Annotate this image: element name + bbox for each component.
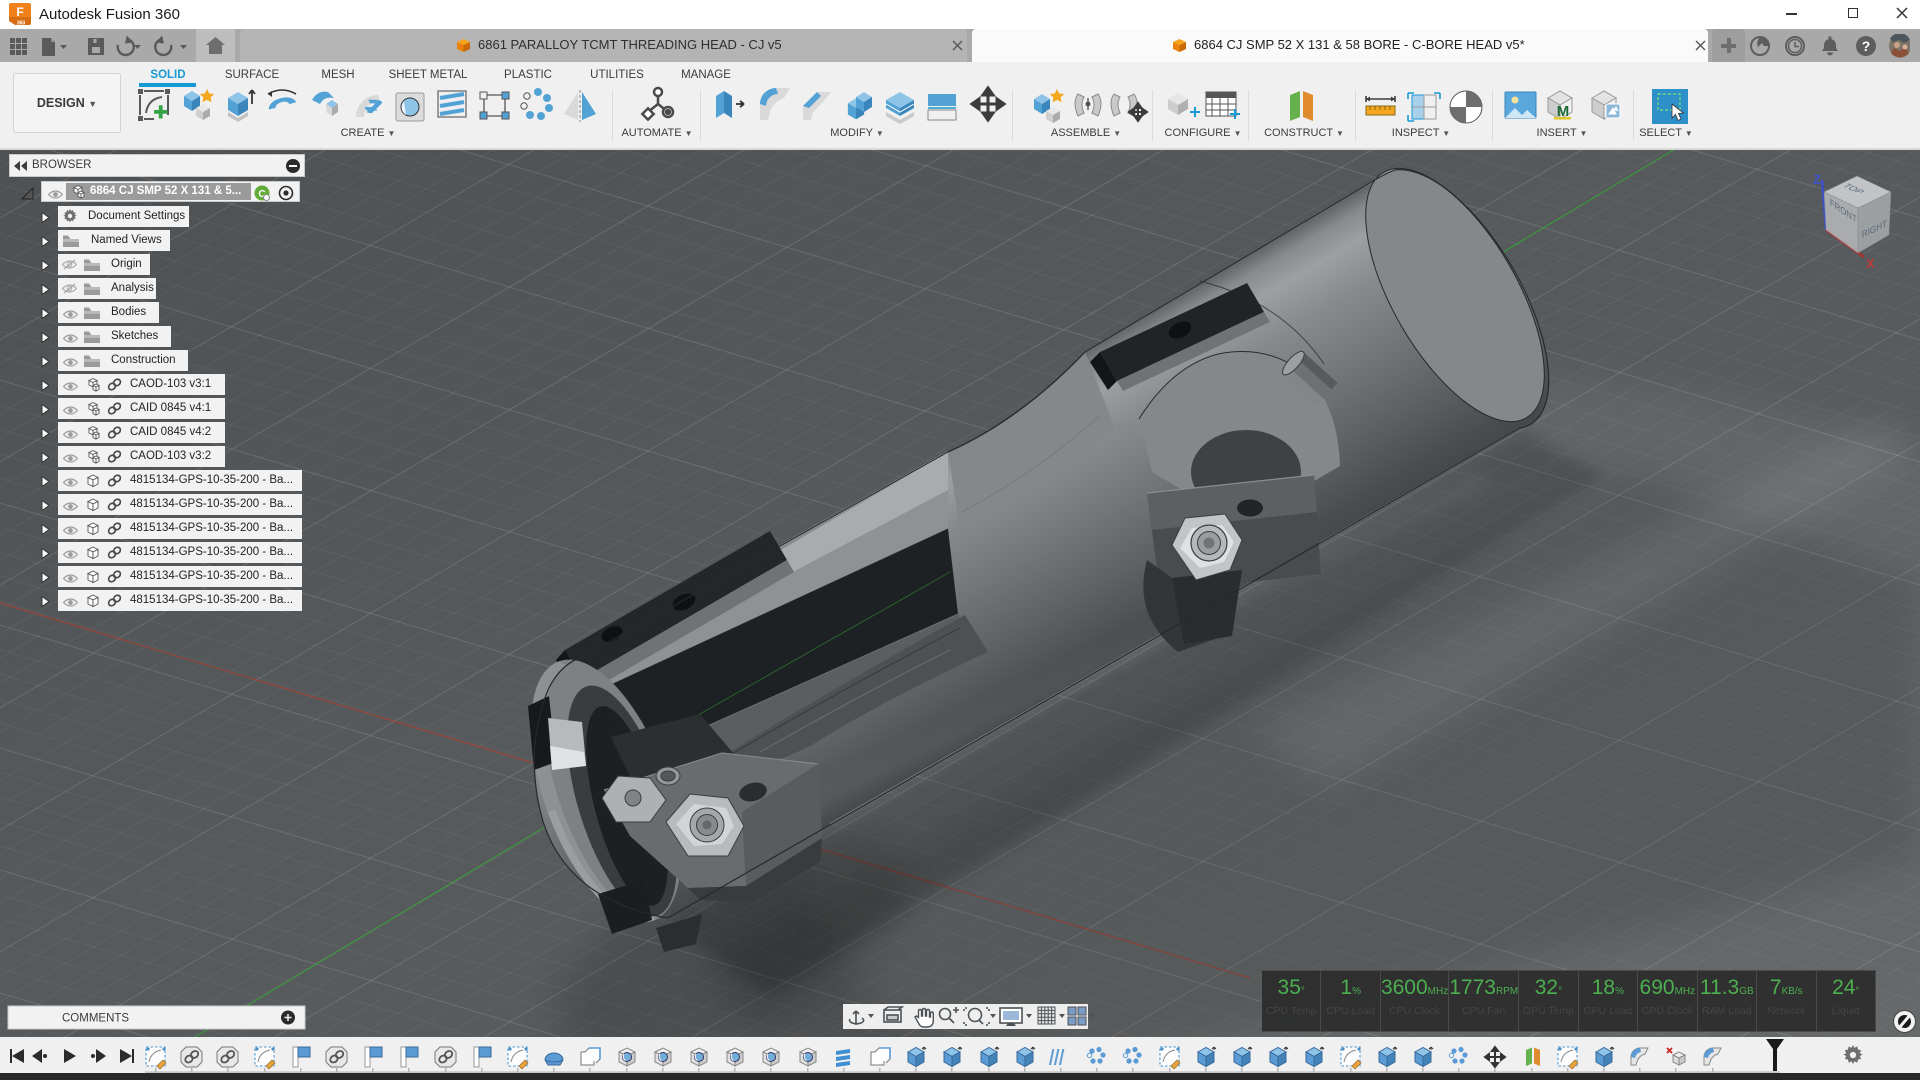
svg-text:F: F xyxy=(16,5,23,19)
svg-text:Z: Z xyxy=(1813,172,1821,187)
svg-text:?: ? xyxy=(1862,38,1871,54)
svg-text:COMMENTS: COMMENTS xyxy=(62,1013,129,1025)
svg-text:X: X xyxy=(1866,256,1875,271)
svg-text:360: 360 xyxy=(17,21,26,27)
